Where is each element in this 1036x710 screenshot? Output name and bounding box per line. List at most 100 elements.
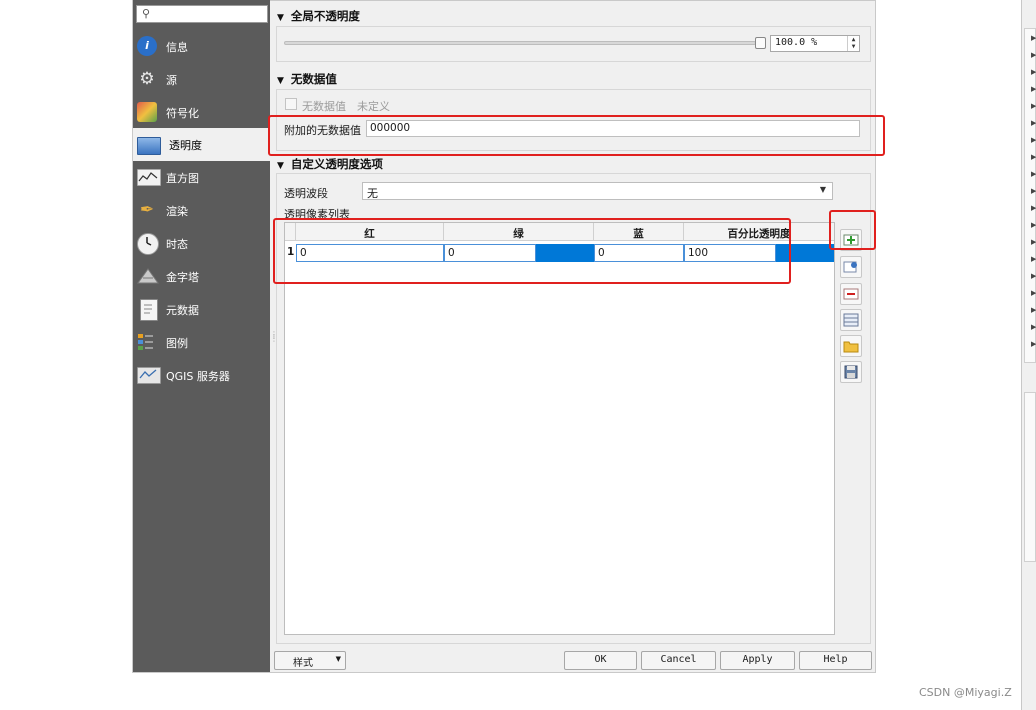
sidebar-item-pyramids[interactable]: 金字塔	[133, 260, 270, 292]
default-values-button[interactable]	[840, 309, 862, 331]
expand-arrow-icon[interactable]: ▶	[1031, 51, 1036, 59]
expand-arrow-icon[interactable]: ▶	[1031, 238, 1036, 246]
document-icon	[140, 299, 158, 321]
expand-arrow-icon[interactable]: ▶	[1031, 204, 1036, 212]
cell-percent[interactable]: 100	[684, 244, 776, 262]
expand-arrow-icon[interactable]: ▶	[1031, 289, 1036, 297]
column-header-green[interactable]: 绿	[444, 223, 594, 241]
expand-arrow-icon[interactable]: ▶	[1031, 119, 1036, 127]
sidebar-item-legend[interactable]: 图例	[133, 326, 270, 358]
expand-arrow-icon[interactable]: ▶	[1031, 306, 1036, 314]
sidebar-item-label: 时态	[166, 238, 188, 251]
remove-row-icon	[843, 288, 859, 300]
sidebar-search-input[interactable]: ⚲	[136, 5, 268, 23]
sidebar-item-rendering[interactable]: ✒ 渲染	[133, 194, 270, 226]
add-row-icon	[843, 234, 859, 246]
nodata-checkbox-label: 无数据值	[302, 100, 346, 113]
sidebar-item-temporal[interactable]: 时态	[133, 227, 270, 259]
expand-arrow-icon[interactable]: ▶	[1031, 102, 1036, 110]
expand-arrow-icon[interactable]: ▶	[1031, 255, 1036, 263]
pick-from-canvas-button[interactable]	[840, 256, 862, 278]
cell-red[interactable]: 0	[296, 244, 444, 262]
nodata-checkbox[interactable]	[285, 98, 297, 110]
expand-arrow-icon[interactable]: ▶	[1031, 272, 1036, 280]
expand-arrow-icon[interactable]: ▶	[1031, 221, 1036, 229]
cell-green[interactable]: 0	[444, 244, 536, 262]
paint-icon	[137, 102, 157, 122]
expand-arrow-icon[interactable]: ▶	[1031, 340, 1036, 348]
section-nodata[interactable]: ▼ 无数据值	[277, 71, 337, 87]
sidebar-item-label: 渲染	[166, 205, 188, 218]
add-row-button[interactable]	[840, 229, 862, 251]
folder-icon	[843, 341, 859, 353]
spin-arrows-icon[interactable]: ▲ ▼	[847, 36, 859, 51]
sidebar-item-qgis-server[interactable]: QGIS 服务器	[133, 359, 270, 391]
sidebar-item-label: QGIS 服务器	[166, 370, 230, 383]
column-header-red[interactable]: 红	[296, 223, 444, 241]
sidebar-item-symbology[interactable]: 符号化	[133, 96, 270, 128]
section-global-opacity[interactable]: ▼ 全局不透明度	[277, 8, 360, 24]
column-header-percent[interactable]: 百分比透明度	[684, 223, 834, 241]
table-corner	[285, 223, 296, 241]
transparent-pixel-table[interactable]	[284, 222, 835, 635]
opacity-slider-handle[interactable]	[755, 37, 766, 49]
remove-row-button[interactable]	[840, 283, 862, 305]
brush-icon: ✒	[139, 200, 155, 220]
sidebar-item-label: 元数据	[166, 304, 199, 317]
additional-nodata-label: 附加的无数据值	[284, 124, 361, 137]
sidebar-item-info[interactable]: i 信息	[133, 30, 270, 62]
expand-arrow-icon[interactable]: ▶	[1031, 153, 1036, 161]
cell-blue[interactable]: 0	[594, 244, 684, 262]
import-file-button[interactable]	[840, 335, 862, 357]
sidebar-item-metadata[interactable]: 元数据	[133, 293, 270, 325]
sidebar-item-label: 金字塔	[166, 271, 199, 284]
section-title: 自定义透明度选项	[290, 157, 383, 171]
opacity-slider[interactable]	[284, 41, 756, 45]
cell-selection	[776, 244, 834, 262]
sidebar-item-histogram[interactable]: 直方图	[133, 161, 270, 193]
clock-icon	[137, 233, 159, 255]
collapse-arrow-icon: ▼	[277, 161, 284, 171]
splitter-handle[interactable]: ⋮ ⋮	[270, 331, 278, 343]
section-title: 全局不透明度	[290, 9, 360, 23]
save-icon	[844, 365, 858, 379]
expand-arrow-icon[interactable]: ▶	[1031, 323, 1036, 331]
sidebar-item-label: 透明度	[169, 139, 202, 152]
row-index: 1	[287, 246, 295, 258]
section-custom-transparency[interactable]: ▼ 自定义透明度选项	[277, 156, 383, 172]
pick-from-canvas-icon	[843, 261, 857, 273]
sidebar-item-source[interactable]: ⚙ 源	[133, 63, 270, 95]
style-button-label: 样式	[293, 658, 313, 669]
transparent-band-label: 透明波段	[284, 187, 328, 200]
gear-icon: ⚙	[139, 69, 155, 89]
server-icon	[137, 367, 161, 384]
ok-button[interactable]: OK	[564, 651, 637, 670]
expand-arrow-icon[interactable]: ▶	[1031, 170, 1036, 178]
expand-arrow-icon[interactable]: ▶	[1031, 85, 1036, 93]
collapse-arrow-icon: ▼	[277, 13, 284, 23]
expand-arrow-icon[interactable]: ▶	[1031, 68, 1036, 76]
chevron-down-icon: ▼	[335, 655, 341, 663]
expand-arrow-icon[interactable]: ▶	[1031, 187, 1036, 195]
default-values-icon	[843, 313, 859, 327]
nodata-value-text: 未定义	[357, 100, 390, 113]
histogram-icon	[137, 169, 161, 186]
cancel-button[interactable]: Cancel	[641, 651, 716, 670]
transparent-band-combo[interactable]: 无 ▼	[362, 182, 833, 200]
legend-icon	[137, 332, 157, 352]
band-combo-value: 无	[367, 187, 378, 200]
sidebar-item-label: 符号化	[166, 107, 199, 120]
help-button[interactable]: Help	[799, 651, 872, 670]
opacity-spinbox[interactable]: 100.0 % ▲ ▼	[770, 35, 860, 52]
export-file-button[interactable]	[840, 361, 862, 383]
additional-nodata-input[interactable]: 000000	[366, 120, 860, 137]
expand-arrow-icon[interactable]: ▶	[1031, 136, 1036, 144]
sidebar-item-label: 源	[166, 74, 177, 87]
sidebar-item-transparency[interactable]: 透明度	[133, 128, 270, 161]
right-lower-panel	[1024, 392, 1036, 562]
sidebar-item-label: 直方图	[166, 172, 199, 185]
column-header-blue[interactable]: 蓝	[594, 223, 684, 241]
apply-button[interactable]: Apply	[720, 651, 795, 670]
style-menu-button[interactable]: 样式 ▼	[274, 651, 346, 670]
expand-arrow-icon[interactable]: ▶	[1031, 34, 1036, 42]
